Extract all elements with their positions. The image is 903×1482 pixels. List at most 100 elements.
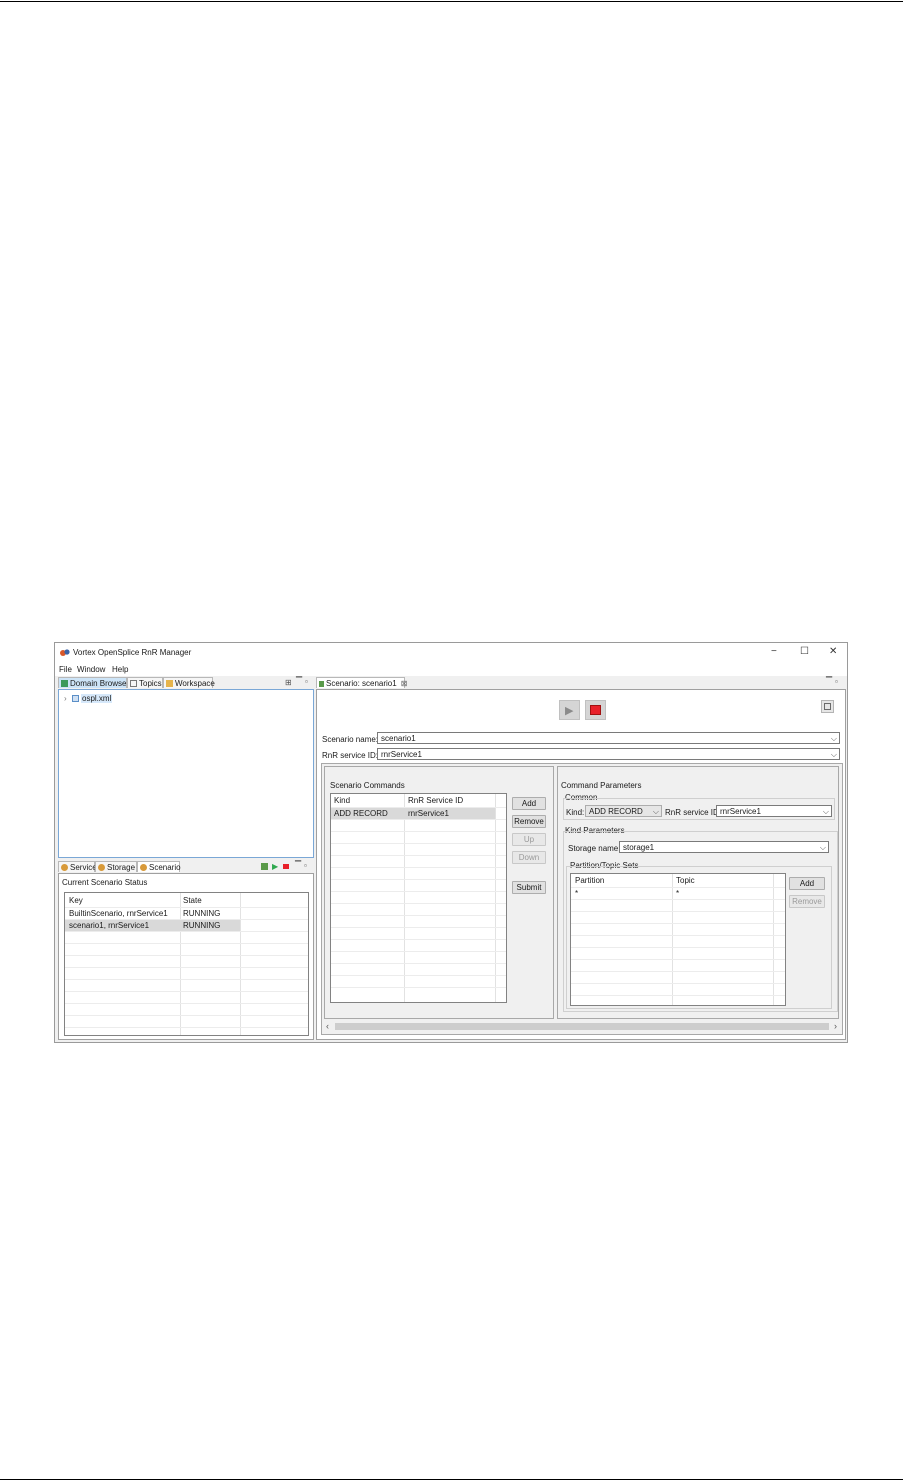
- chevron-down-icon: ⌵: [830, 734, 837, 743]
- chevron-down-icon: ⌵: [830, 750, 837, 759]
- table-row[interactable]: BuiltinScenario, rnrService1 RUNNING: [65, 908, 308, 919]
- col-partition-header[interactable]: Partition: [575, 876, 604, 886]
- storage-name-label: Storage name:: [568, 844, 621, 853]
- panel-minimize-icon-2[interactable]: ▔: [295, 861, 301, 870]
- scroll-right-icon[interactable]: ›: [834, 1021, 837, 1031]
- add-scenario-icon[interactable]: [261, 863, 268, 870]
- col-key-header[interactable]: Key: [69, 896, 83, 906]
- scrollbar-thumb[interactable]: [335, 1023, 829, 1030]
- editor-body: ▶ Scenario name: scenario1 ⌵ RnR service…: [316, 689, 846, 1040]
- minimize-button[interactable]: −: [771, 646, 777, 657]
- grid-line: [331, 867, 506, 868]
- col-state-header[interactable]: State: [183, 896, 202, 906]
- menu-window[interactable]: Window: [77, 665, 105, 674]
- kind-value: ADD RECORD: [589, 807, 643, 816]
- editor-minimize-icon[interactable]: ▔: [826, 677, 832, 686]
- tab-service[interactable]: Service: [58, 861, 97, 872]
- grid-line: [331, 903, 506, 904]
- workspace-icon: [166, 680, 173, 687]
- topics-icon: [130, 680, 137, 687]
- tab-workspace[interactable]: Workspace: [163, 677, 215, 688]
- col-topic-header[interactable]: Topic: [676, 876, 695, 886]
- tab-scenario-label: Scenario: [149, 863, 181, 872]
- grid-line: [331, 951, 506, 952]
- chevron-down-icon: ⌵: [819, 843, 826, 852]
- table-row[interactable]: * *: [571, 888, 785, 899]
- tab-workspace-label: Workspace: [175, 679, 215, 688]
- grid-line: [65, 943, 308, 944]
- kind-combo[interactable]: ADD RECORD ⌵: [585, 805, 662, 817]
- panel-minimize-icon[interactable]: ▔: [296, 677, 302, 686]
- scroll-left-icon[interactable]: ‹: [326, 1021, 329, 1031]
- menu-help[interactable]: Help: [112, 665, 128, 674]
- editor-maximize-icon[interactable]: ▫: [835, 677, 838, 686]
- remove-partition-button[interactable]: Remove: [789, 895, 825, 908]
- col-service-header[interactable]: RnR Service ID: [408, 796, 463, 806]
- tree-item-ospl-xml[interactable]: ospl.xml: [81, 694, 113, 703]
- row-partition: *: [575, 889, 579, 898]
- grid-line: [331, 855, 506, 856]
- page-top-rule: [0, 1, 903, 2]
- table-row[interactable]: ADD RECORD rnrService1: [331, 808, 506, 819]
- scenario-editor: Scenario: scenario1 ⊠ ▔ ▫ ▶ Scenario name…: [316, 677, 846, 1040]
- menu-bar: File Window Help: [55, 663, 847, 676]
- grid-line: [571, 947, 785, 948]
- up-button[interactable]: Up: [512, 833, 546, 846]
- service-id-combo[interactable]: rnrService1 ⌵: [377, 748, 840, 760]
- scenario-name-value: scenario1: [381, 734, 416, 743]
- col-divider: [495, 794, 496, 1002]
- row-key: BuiltinScenario, rnrService1: [69, 909, 168, 918]
- grid-line: [571, 923, 785, 924]
- tab-scenario-editor[interactable]: Scenario: scenario1 ⊠: [316, 677, 408, 688]
- grid-line: [571, 899, 785, 900]
- tree-view-icon[interactable]: ⊞: [285, 678, 292, 687]
- add-command-button[interactable]: Add: [512, 797, 546, 810]
- scenario-name-combo[interactable]: scenario1 ⌵: [377, 732, 840, 744]
- pts-table: Partition Topic * *: [570, 873, 786, 1006]
- grid-line: [571, 995, 785, 996]
- stop-icon[interactable]: [283, 864, 289, 869]
- tab-topics-label: Topics: [139, 679, 162, 688]
- maximize-button[interactable]: ☐: [800, 646, 809, 657]
- app-logo-icon: [60, 648, 70, 657]
- storage-name-combo[interactable]: storage1 ⌵: [619, 841, 829, 853]
- tab-service-label: Service: [70, 863, 97, 872]
- close-button[interactable]: ✕: [829, 646, 837, 657]
- play-icon[interactable]: ▶: [272, 862, 278, 871]
- add-partition-button[interactable]: Add: [789, 877, 825, 890]
- status-table: Key State BuiltinScenario, rnrService1 R…: [64, 892, 309, 1036]
- window-title: Vortex OpenSplice RnR Manager: [73, 648, 192, 657]
- export-icon: [824, 703, 831, 710]
- tree-expand-icon[interactable]: ›: [64, 694, 67, 703]
- submit-button[interactable]: Submit: [512, 881, 546, 894]
- commands-title: Scenario Commands: [330, 781, 405, 790]
- panel-maximize-icon-2[interactable]: ▫: [304, 861, 307, 870]
- tab-topics[interactable]: Topics: [127, 677, 163, 688]
- horizontal-scrollbar[interactable]: ‹ ›: [324, 1021, 840, 1032]
- menu-file[interactable]: File: [59, 665, 72, 674]
- service-id-value: rnrService1: [381, 750, 422, 759]
- remove-command-button[interactable]: Remove: [512, 815, 546, 828]
- grid-line: [571, 911, 785, 912]
- panel-maximize-icon[interactable]: ▫: [305, 677, 308, 686]
- close-tab-icon[interactable]: ⊠: [401, 679, 408, 688]
- tab-scenario[interactable]: Scenario: [137, 861, 181, 872]
- grid-line: [331, 879, 506, 880]
- grid-line: [331, 987, 506, 988]
- col-kind-header[interactable]: Kind: [334, 796, 350, 806]
- grid-line: [571, 959, 785, 960]
- export-button[interactable]: [821, 700, 834, 713]
- grid-line: [331, 939, 506, 940]
- grid-line: [65, 1015, 308, 1016]
- down-button[interactable]: Down: [512, 851, 546, 864]
- tab-domain-browser[interactable]: Domain Browser: [58, 677, 129, 688]
- row-kind: ADD RECORD: [334, 809, 388, 818]
- grid-line: [65, 991, 308, 992]
- stop-scenario-button[interactable]: [585, 700, 606, 720]
- table-row[interactable]: scenario1, rnrService1 RUNNING: [65, 920, 308, 931]
- play-scenario-button[interactable]: ▶: [559, 700, 580, 720]
- tab-storage[interactable]: Storage: [95, 861, 137, 872]
- param-service-combo[interactable]: rnrService1 ⌵: [716, 805, 832, 817]
- domain-browser-icon: [61, 680, 68, 687]
- grid-line: [65, 931, 308, 932]
